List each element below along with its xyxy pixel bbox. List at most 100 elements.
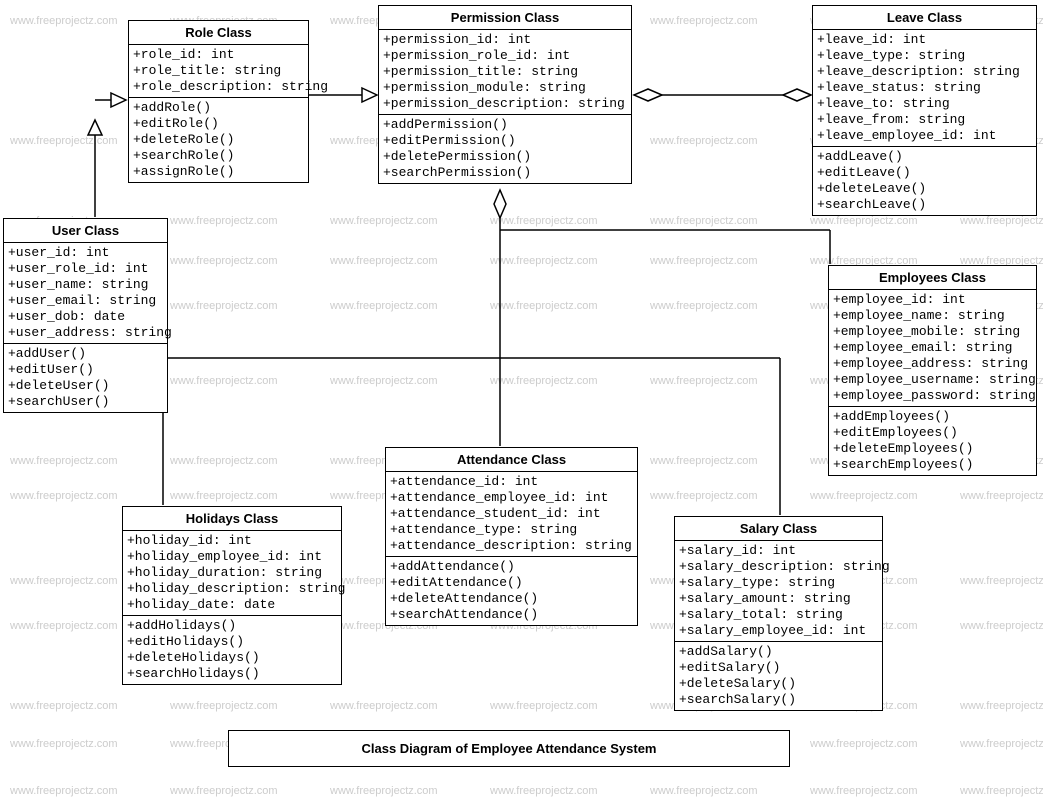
watermark-text: www.freeprojectz.com [810,785,918,797]
watermark-text: www.freeprojectz.com [810,490,918,502]
method: +editUser() [8,362,163,378]
class-attendance-methods: +addAttendance() +editAttendance() +dele… [386,557,637,625]
watermark-text: www.freeprojectz.com [960,575,1043,587]
attr: +leave_description: string [817,64,1032,80]
attr: +user_dob: date [8,309,163,325]
watermark-text: www.freeprojectz.com [650,300,758,312]
diagram-title: Class Diagram of Employee Attendance Sys… [228,730,790,767]
watermark-text: www.freeprojectz.com [170,700,278,712]
diagram-canvas: www.freeprojectz.com www.freeprojectz.com… [0,0,1043,800]
method: +deletePermission() [383,149,627,165]
attr: +permission_id: int [383,32,627,48]
attr: +employee_username: string [833,372,1032,388]
attr: +attendance_description: string [390,538,633,554]
attr: +leave_status: string [817,80,1032,96]
attr: +user_address: string [8,325,163,341]
class-permission: Permission Class +permission_id: int +pe… [378,5,632,184]
attr: +permission_title: string [383,64,627,80]
attr: +leave_id: int [817,32,1032,48]
attr: +user_name: string [8,277,163,293]
class-attendance: Attendance Class +attendance_id: int +at… [385,447,638,626]
class-user: User Class +user_id: int +user_role_id: … [3,218,168,413]
attr: +role_description: string [133,79,304,95]
attr: +holiday_date: date [127,597,337,613]
class-permission-attrs: +permission_id: int +permission_role_id:… [379,30,631,115]
class-employees: Employees Class +employee_id: int +emplo… [828,265,1037,476]
method: +assignRole() [133,164,304,180]
attr: +attendance_employee_id: int [390,490,633,506]
watermark-text: www.freeprojectz.com [10,490,118,502]
class-salary: Salary Class +salary_id: int +salary_des… [674,516,883,711]
method: +searchHolidays() [127,666,337,682]
method: +editPermission() [383,133,627,149]
method: +searchRole() [133,148,304,164]
attr: +permission_role_id: int [383,48,627,64]
attr: +leave_to: string [817,96,1032,112]
watermark-text: www.freeprojectz.com [810,215,918,227]
class-leave-attrs: +leave_id: int +leave_type: string +leav… [813,30,1036,147]
class-leave: Leave Class +leave_id: int +leave_type: … [812,5,1037,216]
attr: +holiday_id: int [127,533,337,549]
method: +searchUser() [8,394,163,410]
watermark-text: www.freeprojectz.com [330,700,438,712]
class-holidays-title: Holidays Class [123,507,341,531]
watermark-text: www.freeprojectz.com [490,700,598,712]
method: +searchEmployees() [833,457,1032,473]
attr: +holiday_employee_id: int [127,549,337,565]
method: +editSalary() [679,660,878,676]
attr: +user_role_id: int [8,261,163,277]
attr: +attendance_id: int [390,474,633,490]
watermark-text: www.freeprojectz.com [960,738,1043,750]
attr: +salary_id: int [679,543,878,559]
watermark-text: www.freeprojectz.com [10,15,118,27]
class-attendance-title: Attendance Class [386,448,637,472]
method: +searchAttendance() [390,607,633,623]
watermark-text: www.freeprojectz.com [960,490,1043,502]
watermark-text: www.freeprojectz.com [10,700,118,712]
class-salary-methods: +addSalary() +editSalary() +deleteSalary… [675,642,882,710]
attr: +employee_id: int [833,292,1032,308]
watermark-text: www.freeprojectz.com [650,135,758,147]
watermark-text: www.freeprojectz.com [170,300,278,312]
method: +addLeave() [817,149,1032,165]
method: +deleteAttendance() [390,591,633,607]
method: +deleteHolidays() [127,650,337,666]
watermark-text: www.freeprojectz.com [490,375,598,387]
class-employees-title: Employees Class [829,266,1036,290]
method: +deleteRole() [133,132,304,148]
attr: +salary_type: string [679,575,878,591]
watermark-text: www.freeprojectz.com [650,490,758,502]
attr: +permission_description: string [383,96,627,112]
class-salary-title: Salary Class [675,517,882,541]
attr: +role_id: int [133,47,304,63]
watermark-text: www.freeprojectz.com [650,785,758,797]
watermark-text: www.freeprojectz.com [10,575,118,587]
class-salary-attrs: +salary_id: int +salary_description: str… [675,541,882,642]
attr: +leave_type: string [817,48,1032,64]
watermark-text: www.freeprojectz.com [650,255,758,267]
method: +editEmployees() [833,425,1032,441]
watermark-text: www.freeprojectz.com [490,255,598,267]
attr: +role_title: string [133,63,304,79]
class-role-attrs: +role_id: int +role_title: string +role_… [129,45,308,98]
watermark-text: www.freeprojectz.com [330,215,438,227]
attr: +employee_email: string [833,340,1032,356]
class-employees-methods: +addEmployees() +editEmployees() +delete… [829,407,1036,475]
method: +editRole() [133,116,304,132]
watermark-text: www.freeprojectz.com [650,15,758,27]
method: +addAttendance() [390,559,633,575]
attr: +attendance_type: string [390,522,633,538]
watermark-text: www.freeprojectz.com [330,375,438,387]
class-role-title: Role Class [129,21,308,45]
watermark-text: www.freeprojectz.com [10,135,118,147]
watermark-text: www.freeprojectz.com [960,700,1043,712]
method: +addSalary() [679,644,878,660]
class-leave-title: Leave Class [813,6,1036,30]
method: +addUser() [8,346,163,362]
watermark-text: www.freeprojectz.com [650,375,758,387]
class-holidays-attrs: +holiday_id: int +holiday_employee_id: i… [123,531,341,616]
class-user-attrs: +user_id: int +user_role_id: int +user_n… [4,243,167,344]
attr: +salary_amount: string [679,591,878,607]
watermark-text: www.freeprojectz.com [170,455,278,467]
watermark-text: www.freeprojectz.com [10,620,118,632]
